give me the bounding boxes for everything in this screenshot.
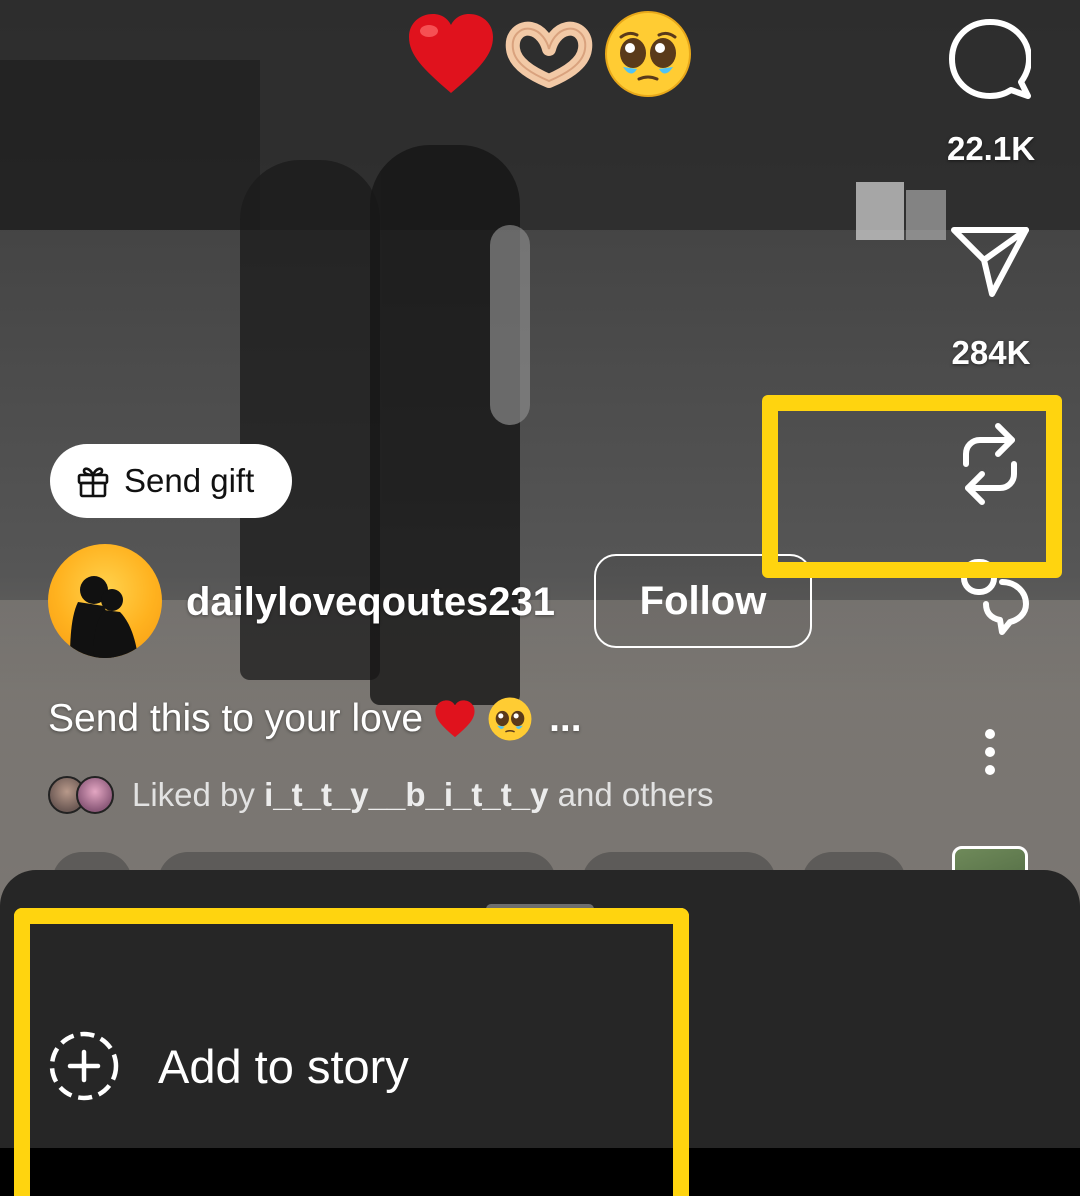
liked-by-user[interactable]: i_t_t_y__b_i_t_t_y xyxy=(264,776,548,814)
remix-icon xyxy=(961,559,1029,635)
comment-count: 22.1K xyxy=(946,130,1036,167)
share-button[interactable] xyxy=(940,222,1040,302)
liked-by-suffix: and others xyxy=(557,776,714,813)
remix-button[interactable] xyxy=(944,556,1036,640)
comment-icon xyxy=(949,19,1031,99)
pleading-face-icon xyxy=(605,11,691,97)
repost-button[interactable] xyxy=(944,418,1036,510)
share-count: 284K xyxy=(951,334,1031,371)
pleading-face-icon xyxy=(488,697,532,741)
video-shirt xyxy=(490,225,530,425)
sheet-bottom-bar xyxy=(0,1148,1080,1196)
send-gift-label: Send gift xyxy=(124,462,255,499)
heart-hands-icon xyxy=(505,21,593,88)
video-light xyxy=(856,182,904,240)
comment-button[interactable] xyxy=(940,14,1040,104)
red-heart-icon xyxy=(409,14,493,93)
paper-plane-icon xyxy=(951,227,1029,297)
video-pillar xyxy=(0,60,260,230)
liked-by-avatars xyxy=(48,774,118,816)
couple-silhouette-icon xyxy=(70,576,138,658)
add-story-icon xyxy=(49,1031,119,1101)
gift-icon xyxy=(77,467,109,498)
caption-emoji-overlay xyxy=(405,8,695,100)
repost-icon xyxy=(963,423,1017,505)
add-to-story-label: Add to story xyxy=(158,1039,409,1093)
send-gift-button[interactable]: Send gift xyxy=(50,444,292,518)
caption-text: Send this to your love xyxy=(48,697,424,740)
follow-button[interactable]: Follow xyxy=(594,554,812,648)
sheet-drag-handle[interactable] xyxy=(486,904,594,914)
red-heart-icon xyxy=(435,700,475,738)
more-vertical-icon[interactable] xyxy=(974,726,1006,778)
reel-caption[interactable]: Send this to your love ... xyxy=(48,696,582,742)
liked-by-prefix: Liked by xyxy=(132,776,255,813)
avatar xyxy=(76,776,114,814)
author-username[interactable]: dailyloveqoutes231 xyxy=(186,580,555,625)
add-to-story-option[interactable]: Add to story xyxy=(48,1030,409,1102)
author-avatar[interactable] xyxy=(48,544,162,658)
liked-by-row[interactable]: Liked by i_t_t_y__b_i_t_t_y and others xyxy=(48,774,714,816)
caption-more[interactable]: ... xyxy=(549,697,582,741)
